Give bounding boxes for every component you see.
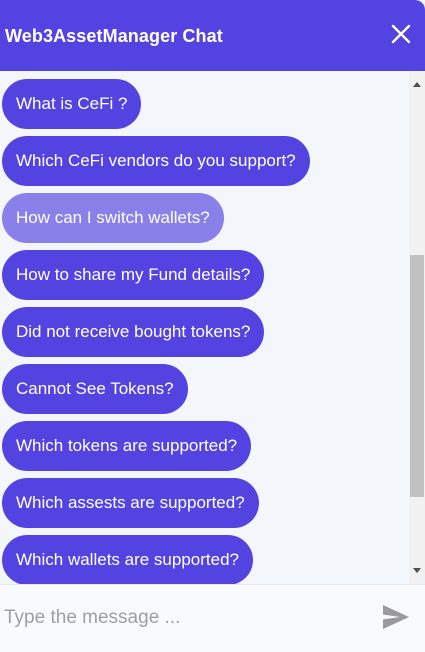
message-list-scrollbar[interactable] xyxy=(409,71,425,584)
quick-reply-did-not-receive-tokens[interactable]: Did not receive bought tokens? xyxy=(2,307,265,357)
quick-reply-what-is-cefi[interactable]: What is CeFi ? xyxy=(2,79,142,129)
chat-header: Web3AssetManager Chat xyxy=(0,0,425,71)
scroll-down-arrow-icon[interactable] xyxy=(413,568,421,573)
chat-title: Web3AssetManager Chat xyxy=(5,26,223,46)
quick-reply-supported-wallets[interactable]: Which wallets are supported? xyxy=(2,535,254,584)
message-composer xyxy=(0,584,425,652)
scroll-thumb[interactable] xyxy=(410,255,424,497)
chat-widget: Web3AssetManager Chat What is CeFi ? Whi… xyxy=(0,0,425,652)
scroll-up-arrow-icon[interactable] xyxy=(413,82,421,87)
message-input[interactable] xyxy=(0,601,360,635)
quick-reply-supported-tokens[interactable]: Which tokens are supported? xyxy=(2,421,252,471)
quick-reply-switch-wallets[interactable]: How can I switch wallets? xyxy=(2,193,224,243)
close-icon[interactable] xyxy=(389,22,413,46)
quick-reply-cannot-see-tokens[interactable]: Cannot See Tokens? xyxy=(2,364,188,414)
message-list[interactable]: What is CeFi ? Which CeFi vendors do you… xyxy=(0,71,409,584)
send-icon[interactable] xyxy=(381,603,411,631)
quick-reply-supported-assets[interactable]: Which assests are supported? xyxy=(2,478,259,528)
quick-reply-cefi-vendors[interactable]: Which CeFi vendors do you support? xyxy=(2,136,310,186)
quick-reply-share-fund-details[interactable]: How to share my Fund details? xyxy=(2,250,265,300)
